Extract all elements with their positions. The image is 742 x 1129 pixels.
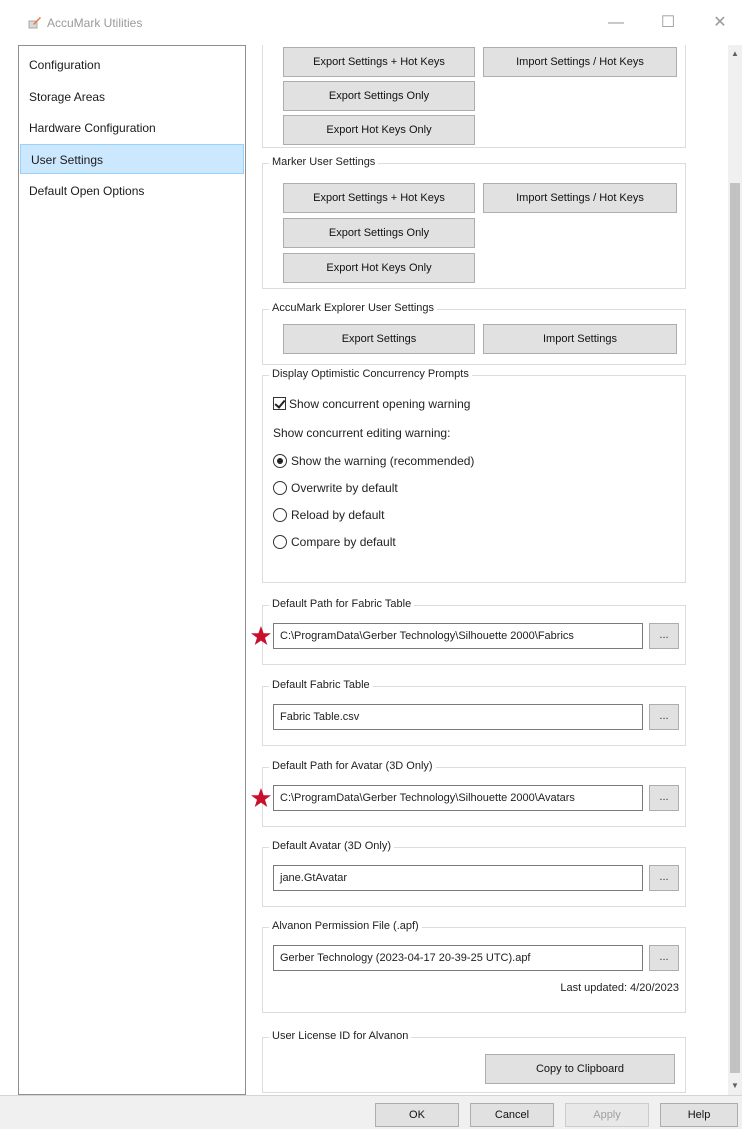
- avatar-path-label: Default Path for Avatar (3D Only): [269, 760, 436, 772]
- title-bar: AccuMark Utilities — ☐ ✕: [0, 0, 742, 44]
- default-avatar-browse-button[interactable]: ...: [649, 865, 679, 891]
- radio-show-warning-label: Show the warning (recommended): [291, 454, 475, 468]
- avatar-path-field[interactable]: C:\ProgramData\Gerber Technology\Silhoue…: [273, 785, 643, 811]
- radio-overwrite[interactable]: [273, 481, 287, 495]
- apply-button[interactable]: Apply: [565, 1103, 649, 1127]
- red-star-icon: [251, 788, 271, 807]
- sidebar-item-hardware-configuration[interactable]: Hardware Configuration: [19, 113, 245, 143]
- explorer-user-settings-group: AccuMark Explorer User Settings Export S…: [262, 302, 686, 365]
- avatar-path-group: Default Path for Avatar (3D Only) C:\Pro…: [262, 760, 686, 827]
- explorer-user-settings-label: AccuMark Explorer User Settings: [269, 302, 437, 314]
- minimize-icon[interactable]: —: [596, 8, 636, 38]
- scroll-up-icon[interactable]: ▲: [728, 47, 742, 61]
- marker-export-hotkeys-only-button[interactable]: Export Hot Keys Only: [283, 253, 475, 283]
- fabric-path-field[interactable]: C:\ProgramData\Gerber Technology\Silhoue…: [273, 623, 643, 649]
- marker-user-settings-label: Marker User Settings: [269, 156, 379, 168]
- window-title: AccuMark Utilities: [47, 16, 143, 30]
- radio-reload-label: Reload by default: [291, 508, 385, 522]
- export-settings-hotkeys-button[interactable]: Export Settings + Hot Keys: [283, 47, 475, 77]
- sidebar-item-configuration[interactable]: Configuration: [19, 50, 245, 80]
- license-id-label: User License ID for Alvanon: [269, 1030, 412, 1042]
- close-icon[interactable]: ✕: [700, 8, 740, 38]
- radio-reload[interactable]: [273, 508, 287, 522]
- import-settings-hotkeys-button[interactable]: Import Settings / Hot Keys: [483, 47, 677, 77]
- scroll-down-icon[interactable]: ▼: [728, 1079, 742, 1093]
- cancel-button[interactable]: Cancel: [470, 1103, 554, 1127]
- alvanon-last-updated: Last updated: 4/20/2023: [560, 982, 679, 994]
- concurrent-opening-checkbox[interactable]: [273, 397, 286, 410]
- alvanon-file-label: Alvanon Permission File (.apf): [269, 920, 422, 932]
- fabric-path-label: Default Path for Fabric Table: [269, 598, 415, 610]
- copy-to-clipboard-button[interactable]: Copy to Clipboard: [485, 1054, 675, 1084]
- default-avatar-field[interactable]: jane.GtAvatar: [273, 865, 643, 891]
- fabric-table-field[interactable]: Fabric Table.csv: [273, 704, 643, 730]
- alvanon-file-field[interactable]: Gerber Technology (2023-04-17 20-39-25 U…: [273, 945, 643, 971]
- concurrent-opening-label: Show concurrent opening warning: [289, 397, 471, 411]
- vertical-scrollbar[interactable]: ▲ ▼: [728, 45, 742, 1095]
- settings-panel: Export Settings + Hot Keys Import Settin…: [250, 45, 728, 1095]
- explorer-import-settings-button[interactable]: Import Settings: [483, 324, 677, 354]
- export-hotkeys-only-button[interactable]: Export Hot Keys Only: [283, 115, 475, 145]
- fabric-table-browse-button[interactable]: ...: [649, 704, 679, 730]
- radio-compare-label: Compare by default: [291, 535, 396, 549]
- marker-user-settings-group: Marker User Settings Export Settings + H…: [262, 156, 686, 289]
- ok-button[interactable]: OK: [375, 1103, 459, 1127]
- marker-export-settings-hotkeys-button[interactable]: Export Settings + Hot Keys: [283, 183, 475, 213]
- marker-export-settings-only-button[interactable]: Export Settings Only: [283, 218, 475, 248]
- marker-import-settings-hotkeys-button[interactable]: Import Settings / Hot Keys: [483, 183, 677, 213]
- explorer-export-settings-button[interactable]: Export Settings: [283, 324, 475, 354]
- radio-show-warning[interactable]: [273, 454, 287, 468]
- sidebar-nav: Configuration Storage Areas Hardware Con…: [18, 45, 246, 1095]
- export-settings-only-button[interactable]: Export Settings Only: [283, 81, 475, 111]
- radio-compare[interactable]: [273, 535, 287, 549]
- sidebar-item-default-open-options[interactable]: Default Open Options: [19, 176, 245, 206]
- dialog-footer: OK Cancel Apply Help: [0, 1095, 742, 1129]
- fabric-path-group: Default Path for Fabric Table C:\Program…: [262, 598, 686, 665]
- fabric-path-browse-button[interactable]: ...: [649, 623, 679, 649]
- alvanon-file-group: Alvanon Permission File (.apf) Gerber Te…: [262, 920, 686, 1013]
- concurrency-prompts-group: Display Optimistic Concurrency Prompts S…: [262, 368, 686, 583]
- sidebar-item-storage-areas[interactable]: Storage Areas: [19, 82, 245, 112]
- sidebar-item-user-settings[interactable]: User Settings: [20, 144, 244, 174]
- help-button[interactable]: Help: [660, 1103, 738, 1127]
- license-id-group: User License ID for Alvanon Copy to Clip…: [262, 1030, 686, 1093]
- fabric-table-group: Default Fabric Table Fabric Table.csv ..…: [262, 679, 686, 746]
- default-avatar-group: Default Avatar (3D Only) jane.GtAvatar .…: [262, 840, 686, 907]
- scrollbar-thumb[interactable]: [730, 183, 740, 1073]
- app-icon: [28, 17, 41, 29]
- radio-overwrite-label: Overwrite by default: [291, 481, 398, 495]
- maximize-icon[interactable]: ☐: [648, 8, 688, 38]
- alvanon-file-browse-button[interactable]: ...: [649, 945, 679, 971]
- default-avatar-label: Default Avatar (3D Only): [269, 840, 395, 852]
- avatar-path-browse-button[interactable]: ...: [649, 785, 679, 811]
- concurrent-editing-label: Show concurrent editing warning:: [273, 426, 451, 440]
- fabric-table-label: Default Fabric Table: [269, 679, 373, 691]
- red-star-icon: [251, 626, 271, 645]
- concurrency-prompts-label: Display Optimistic Concurrency Prompts: [269, 368, 472, 380]
- user-settings-group: Export Settings + Hot Keys Import Settin…: [262, 45, 686, 148]
